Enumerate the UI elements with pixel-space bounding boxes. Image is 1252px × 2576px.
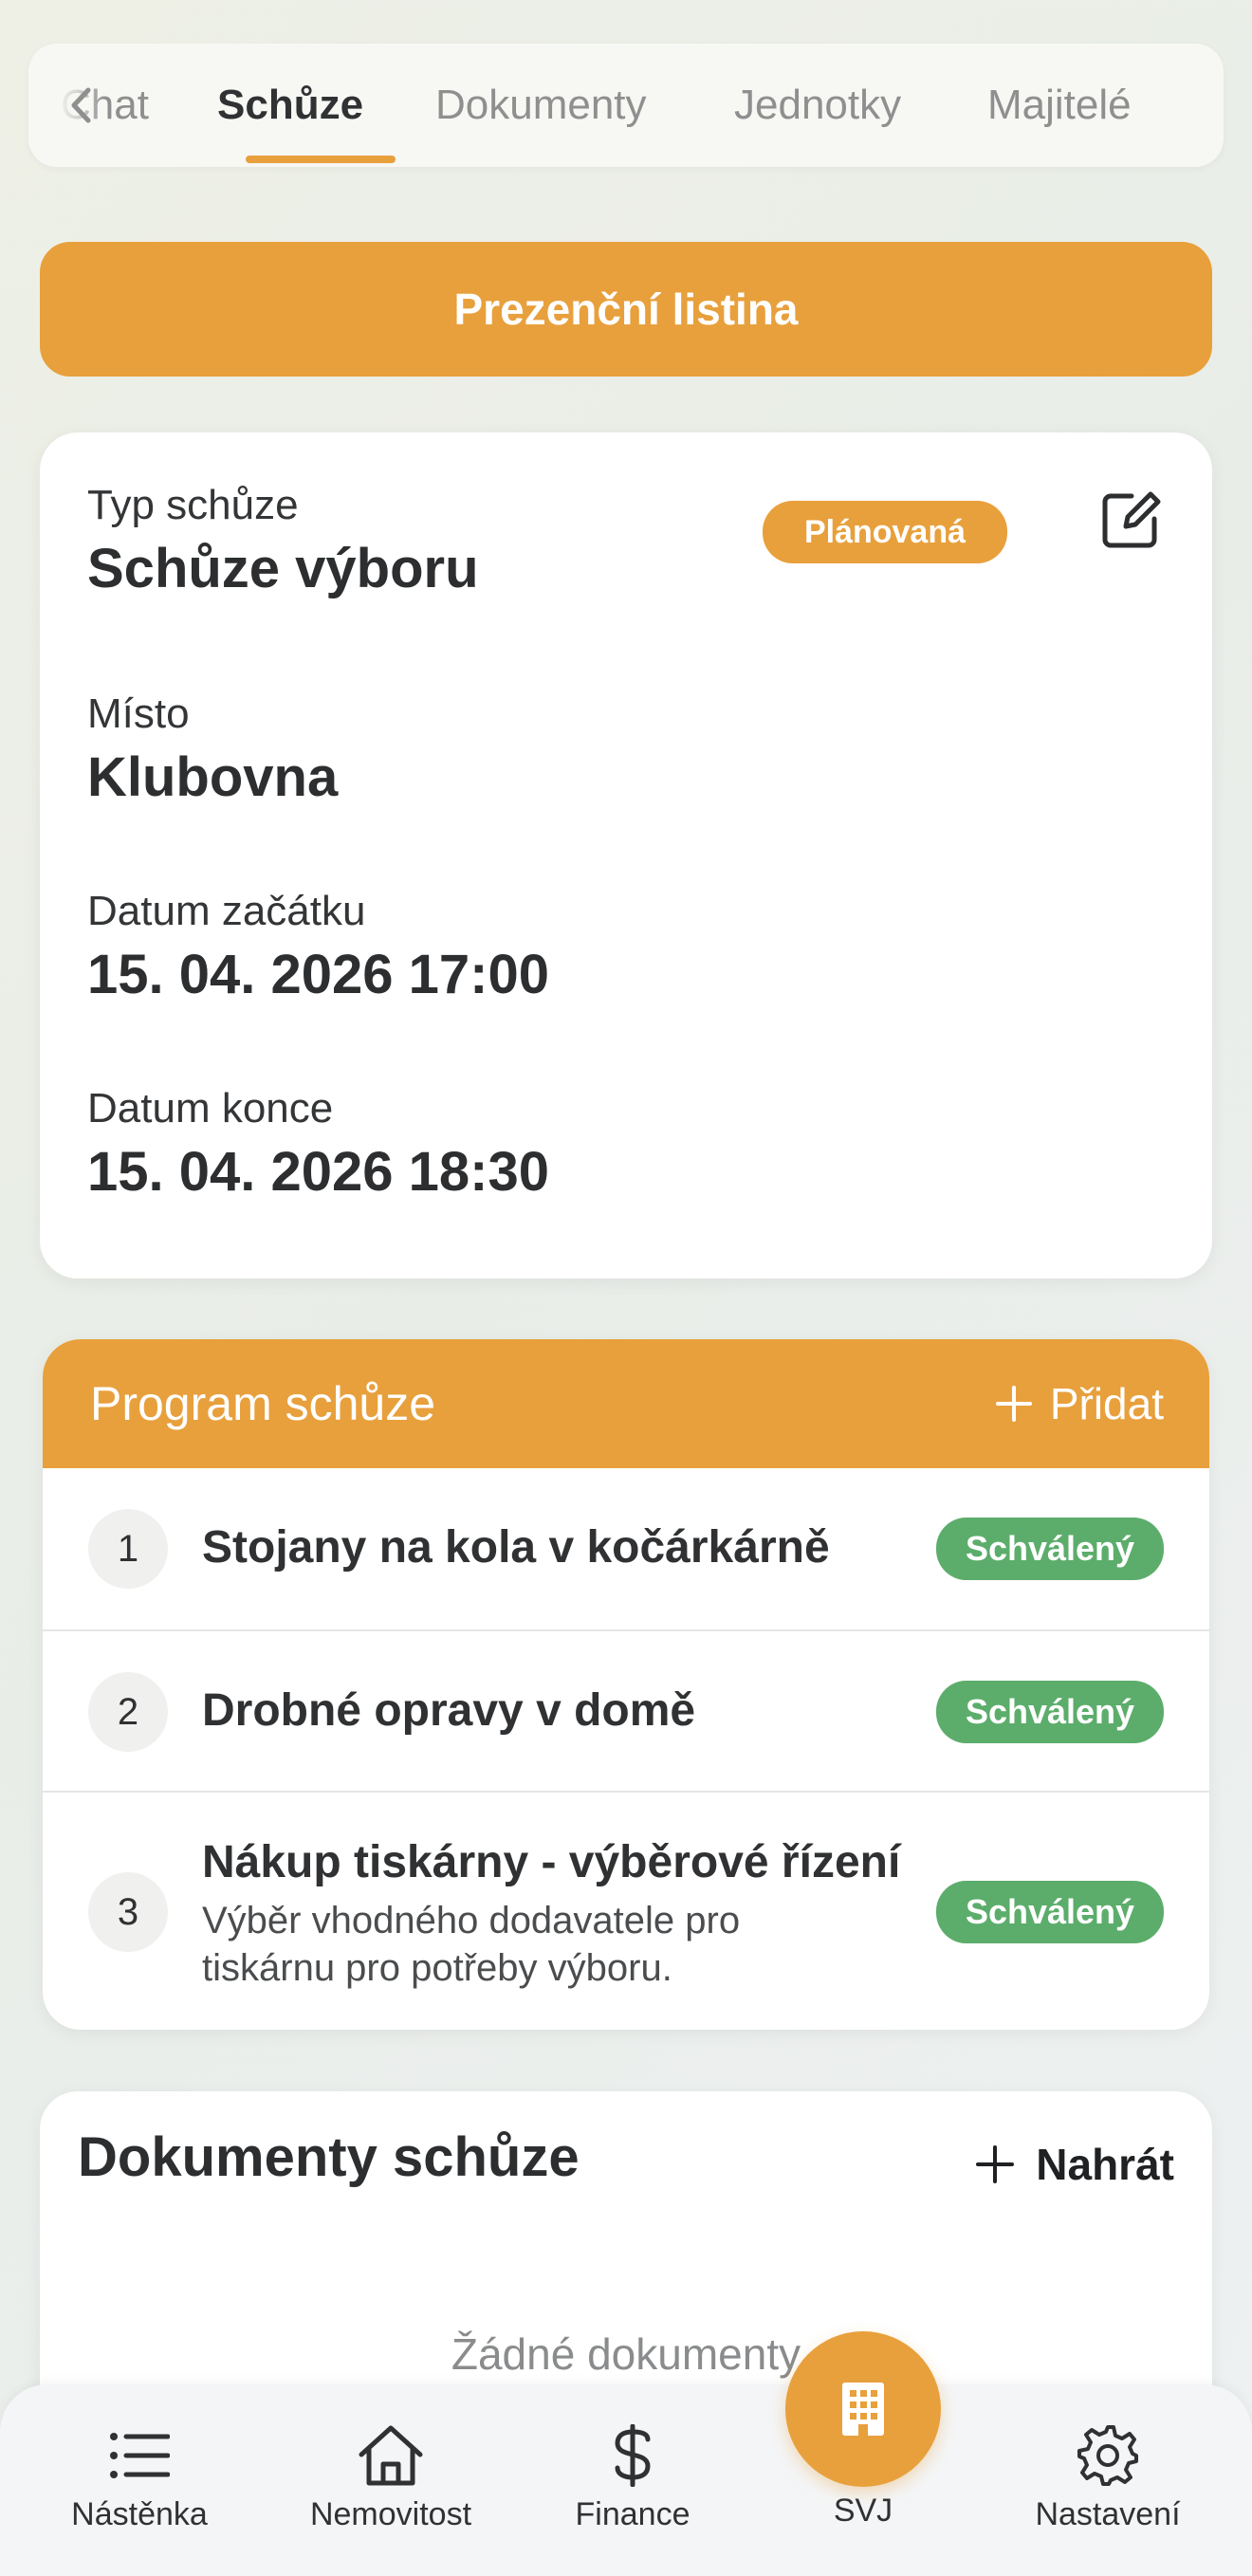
start-date-value: 15. 04. 2026 17:00	[87, 944, 549, 1005]
meeting-details-card: Typ schůze Schůze výboru Plánovaná Místo…	[40, 432, 1212, 1279]
tab-documents[interactable]: Dokumenty	[435, 44, 647, 167]
program-item-number: 1	[88, 1509, 168, 1589]
status-badge: Plánovaná	[763, 501, 1007, 563]
empty-documents-message: Žádné dokumenty	[451, 2329, 801, 2379]
nav-label: Nástěnka	[71, 2496, 208, 2532]
program-item[interactable]: 1 Stojany na kola v kočárkárně Schválený	[43, 1468, 1209, 1629]
nav-item-dashboard[interactable]: Nástěnka	[35, 2419, 244, 2533]
nav-item-property[interactable]: Nemovitost	[286, 2419, 495, 2533]
nav-label: Finance	[575, 2496, 690, 2532]
program-item-number: 2	[88, 1672, 168, 1752]
documents-title: Dokumenty schůze	[78, 2126, 580, 2188]
edit-icon	[1102, 491, 1161, 548]
gear-icon	[1077, 2425, 1138, 2486]
plus-icon	[995, 1386, 1032, 1422]
program-item[interactable]: 2 Drobné opravy v domě Schválený	[43, 1629, 1209, 1791]
status-badge: Schválený	[936, 1681, 1164, 1743]
end-date-value: 15. 04. 2026 18:30	[87, 1141, 549, 1203]
end-date-label: Datum konce	[87, 1085, 334, 1132]
dollar-icon	[615, 2424, 651, 2487]
program-item-number: 3	[88, 1872, 168, 1952]
status-badge: Schválený	[936, 1881, 1164, 1943]
nav-label: Nemovitost	[309, 2496, 472, 2532]
svj-fab-button[interactable]	[785, 2331, 941, 2487]
nav-item-finance[interactable]: Finance	[528, 2419, 737, 2533]
list-icon	[110, 2433, 170, 2478]
top-tab-bar: Chat Schůze Dokumenty Jednotky Majitelé	[28, 44, 1224, 167]
nav-item-settings[interactable]: Nastavení	[1003, 2419, 1212, 2533]
active-tab-indicator	[246, 156, 396, 163]
tab-units[interactable]: Jednotky	[734, 44, 901, 167]
building-icon	[842, 2383, 884, 2436]
nav-label: Nastavení	[1035, 2496, 1181, 2532]
meeting-type-label: Typ schůze	[87, 482, 299, 528]
meeting-type-value: Schůze výboru	[87, 538, 479, 599]
program-item[interactable]: 3 Nákup tiskárny - výběrové řízení Výběr…	[43, 1791, 1209, 2030]
program-header: Program schůze Přidat	[43, 1339, 1209, 1468]
nav-label: SVJ	[833, 2493, 893, 2529]
place-value: Klubovna	[87, 746, 339, 808]
add-program-item-button[interactable]: Přidat	[995, 1339, 1164, 1468]
plus-icon	[976, 2145, 1015, 2183]
program-item-title: Nákup tiskárny - výběrové řízení	[202, 1837, 901, 1887]
upload-document-label: Nahrát	[1036, 2140, 1174, 2189]
program-item-description: Výběr vhodného dodavatele pro tiskárnu p…	[202, 1900, 741, 1989]
status-badge: Schválený	[936, 1518, 1164, 1580]
program-item-title: Stojany na kola v kočárkárně	[202, 1522, 830, 1573]
house-icon	[359, 2425, 423, 2486]
bottom-navigation: Nástěnka Nemovitost Finance Nastavení	[0, 2384, 1252, 2576]
tab-meetings[interactable]: Schůze	[217, 44, 363, 167]
tab-owners[interactable]: Majitelé	[987, 44, 1132, 167]
attendance-list-button[interactable]: Prezenční listina	[40, 242, 1212, 377]
tab-scroll-left-button[interactable]	[57, 44, 104, 167]
meeting-program-card: Program schůze Přidat 1 Stojany na kola …	[43, 1339, 1209, 2030]
program-title: Program schůze	[90, 1377, 436, 1430]
program-item-title: Drobné opravy v domě	[202, 1685, 696, 1736]
chevron-left-icon	[71, 87, 91, 123]
place-label: Místo	[87, 690, 190, 737]
add-program-item-label: Přidat	[1049, 1379, 1164, 1428]
edit-meeting-button[interactable]	[1093, 482, 1169, 558]
start-date-label: Datum začátku	[87, 888, 366, 934]
upload-document-button[interactable]: Nahrát	[975, 2139, 1174, 2190]
